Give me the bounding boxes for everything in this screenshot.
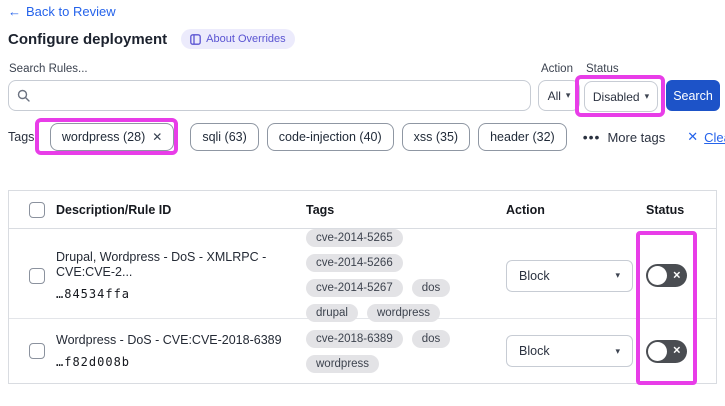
- ellipsis-icon: •••: [582, 129, 601, 145]
- page-title: Configure deployment: [8, 30, 168, 48]
- configure-deployment-page: ← Back to Review Configure deployment Ab…: [0, 0, 725, 406]
- rule-tag: cve-2014-5267: [306, 279, 403, 297]
- row-checkbox[interactable]: [29, 343, 45, 359]
- back-to-review-link[interactable]: ← Back to Review: [8, 4, 116, 19]
- rule-tag: cve-2018-6389: [306, 329, 403, 348]
- clear-tags-icon: ✕: [687, 129, 699, 144]
- table-header-row: Description/Rule ID Tags Action Status: [9, 191, 716, 229]
- rules-table: Description/Rule ID Tags Action Status D…: [8, 190, 717, 384]
- rule-id: …84534ffa: [56, 287, 131, 301]
- back-link-label: Back to Review: [26, 4, 116, 19]
- row-checkbox[interactable]: [29, 267, 45, 284]
- search-icon: [17, 89, 30, 102]
- tag-filter-xss[interactable]: xss (35): [401, 123, 471, 151]
- about-overrides-label: About Overrides: [206, 33, 286, 45]
- chevron-down-icon: ▾: [615, 270, 620, 280]
- back-arrow-icon: ←: [8, 4, 21, 19]
- col-header-status: Status: [646, 202, 685, 217]
- tags-label: Tags:: [8, 130, 38, 144]
- toggle-x-icon: ✕: [672, 345, 681, 357]
- action-dropdown-value: Block: [519, 344, 550, 358]
- tag-filter-header[interactable]: header (32): [478, 123, 567, 151]
- tag-filter-wordpress[interactable]: wordpress (28) ✕: [49, 123, 175, 151]
- tag-filter-label: sqli (63): [202, 130, 247, 144]
- search-rules-label: Search Rules...: [9, 63, 88, 75]
- rule-description: Drupal, Wordpress - DoS - XMLRPC - CVE:C…: [56, 250, 267, 279]
- rule-status-cell: ✕: [646, 339, 716, 363]
- title-row: Configure deployment About Overrides: [8, 29, 295, 49]
- status-select-value: Disabled: [592, 89, 640, 104]
- tag-filter-code-injection[interactable]: code-injection (40): [266, 123, 394, 151]
- tag-filter-label: code-injection (40): [278, 130, 382, 144]
- table-row: Drupal, Wordpress - DoS - XMLRPC - CVE:C…: [9, 229, 716, 322]
- search-rules-input[interactable]: [36, 88, 522, 103]
- chevron-down-icon: ▾: [565, 90, 571, 100]
- rule-tag: wordpress: [366, 304, 441, 322]
- toggle-knob: [648, 266, 667, 285]
- search-rules-inputwrap: [8, 80, 531, 111]
- status-select[interactable]: Disabled ▾: [584, 81, 658, 112]
- rule-tag: dos: [411, 279, 451, 297]
- rule-tag: dos: [411, 329, 451, 348]
- action-dropdown[interactable]: Block ▾: [506, 335, 633, 367]
- rule-tag: cve-2014-5266: [306, 254, 403, 272]
- col-header-tags: Tags: [306, 202, 335, 217]
- tag-filter-label: wordpress (28): [61, 130, 146, 144]
- tag-filter-sqli[interactable]: sqli (63): [190, 123, 259, 151]
- search-button[interactable]: Search: [666, 80, 720, 111]
- col-header-action: Action: [506, 202, 545, 217]
- rule-tags-cell: cve-2018-6389 dos wordpress: [306, 329, 506, 373]
- action-dropdown-value: Block: [519, 268, 550, 283]
- rule-tag: wordpress: [306, 354, 380, 373]
- rule-status-cell: ✕: [646, 264, 716, 287]
- tag-filter-label: header (32): [490, 130, 555, 144]
- clear-tags-button[interactable]: ✕ Clear tags: [687, 129, 725, 145]
- status-toggle-off[interactable]: ✕: [646, 339, 687, 363]
- rule-description: Wordpress - DoS - CVE:CVE-2018-6389: [56, 333, 282, 347]
- status-label: Status: [586, 63, 619, 75]
- tag-filter-label: xss (35): [413, 130, 459, 144]
- action-label: Action: [541, 63, 573, 75]
- col-header-description: Description/Rule ID: [56, 202, 172, 217]
- rule-id: …f82d008b: [56, 355, 131, 369]
- select-all-checkbox[interactable]: [29, 201, 45, 218]
- chevron-down-icon: ▾: [615, 345, 620, 356]
- rule-tags-cell: cve-2014-5265 cve-2014-5266 cve-2014-526…: [306, 229, 506, 322]
- rule-description-cell: Wordpress - DoS - CVE:CVE-2018-6389 …f82…: [56, 333, 306, 369]
- book-icon: [190, 33, 202, 45]
- rule-action-cell: Block ▾: [506, 335, 646, 367]
- more-tags-button[interactable]: ••• More tags: [583, 129, 666, 145]
- status-toggle-off[interactable]: ✕: [646, 264, 687, 287]
- toggle-x-icon: ✕: [672, 270, 681, 281]
- table-row: Wordpress - DoS - CVE:CVE-2018-6389 …f82…: [9, 319, 716, 383]
- chevron-down-icon: ▾: [644, 91, 650, 101]
- tags-bar: Tags: wordpress (28) ✕ sqli (63) code-in…: [8, 122, 725, 152]
- clear-tags-label: Clear tags: [704, 129, 725, 145]
- action-select-value: All: [547, 88, 561, 103]
- rule-tag: drupal: [306, 304, 358, 322]
- action-select[interactable]: All ▾: [538, 80, 580, 111]
- about-overrides-badge[interactable]: About Overrides: [181, 29, 295, 49]
- rule-tag: cve-2014-5265: [306, 229, 403, 247]
- more-tags-label: More tags: [607, 129, 666, 145]
- rule-action-cell: Block ▾: [506, 259, 646, 292]
- rule-description-cell: Drupal, Wordpress - DoS - XMLRPC - CVE:C…: [56, 250, 306, 301]
- toggle-knob: [648, 341, 667, 361]
- action-dropdown[interactable]: Block ▾: [506, 259, 633, 292]
- remove-tag-icon[interactable]: ✕: [152, 130, 162, 144]
